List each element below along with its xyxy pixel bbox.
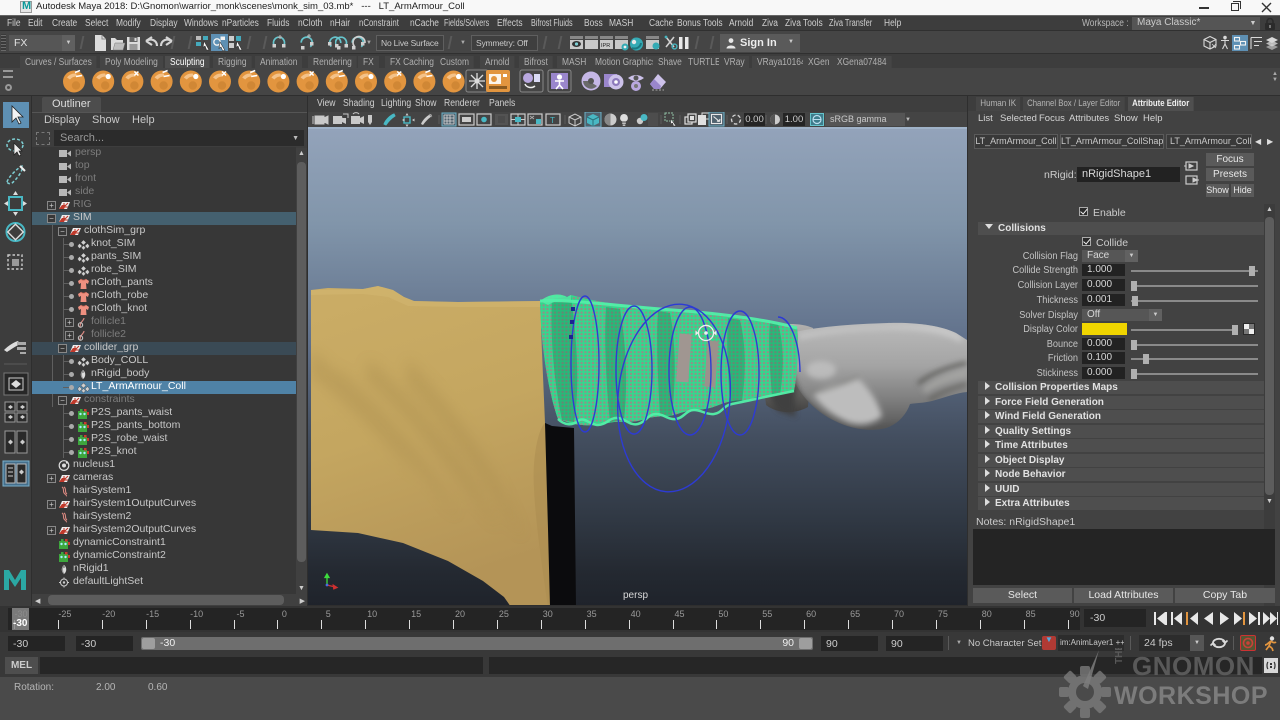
svg-text:T: T (550, 116, 555, 125)
svg-text:IPR: IPR (601, 43, 610, 49)
svg-text:WORKSHOP: WORKSHOP (1114, 682, 1268, 710)
svg-text:persp: persp (623, 590, 648, 601)
svg-text:THE: THE (1114, 648, 1125, 664)
svg-text:GNOMON: GNOMON (1132, 651, 1255, 681)
